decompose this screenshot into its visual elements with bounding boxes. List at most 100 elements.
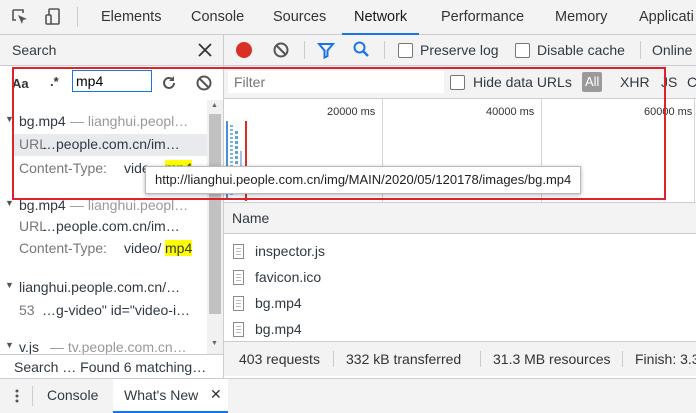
hide-data-urls-checkbox[interactable]: [450, 75, 465, 90]
table-row[interactable]: bg.mp4: [224, 317, 696, 342]
list-item[interactable]: 53 …g-video" id="video-i…: [14, 300, 207, 322]
toolbar-divider: [640, 41, 641, 59]
status-divider: [333, 351, 334, 367]
search-status-bar: Search … Found 6 matching…: [0, 354, 224, 379]
filter-type-xhr[interactable]: XHR: [620, 74, 650, 90]
scroll-up-arrow-icon[interactable]: ▲: [211, 102, 218, 109]
tab-network[interactable]: Network: [341, 0, 420, 35]
result-line-key: Content-Type:: [19, 160, 107, 176]
drawer-tab-label: What's New: [124, 387, 199, 403]
expand-arrow-icon[interactable]: ▼: [5, 198, 14, 208]
search-results-panel: Aa .* ▼ bg.mp4 — lianghui.peopl… URL …pe…: [0, 66, 224, 354]
tab-application[interactable]: Applicati: [639, 0, 694, 34]
network-summary-bar: 403 requests 332 kB transferred 31.3 MB …: [224, 341, 696, 376]
name-column-header[interactable]: Name: [232, 210, 269, 226]
preserve-log-label: Preserve log: [420, 42, 499, 58]
device-toolbar-icon[interactable]: [43, 7, 63, 27]
disable-cache-checkbox[interactable]: [515, 43, 530, 58]
network-filter-input[interactable]: [227, 70, 445, 94]
regex-toggle[interactable]: .*: [50, 74, 59, 89]
expand-arrow-icon[interactable]: ▼: [5, 280, 14, 290]
document-file-icon: [233, 270, 244, 285]
table-row[interactable]: favicon.ico: [224, 265, 696, 290]
close-tab-icon[interactable]: ✕: [210, 386, 222, 403]
close-search-icon[interactable]: [196, 41, 214, 59]
timeline-label: 20000 ms: [327, 106, 376, 118]
result-line-key: Content-Type:: [19, 240, 107, 256]
record-icon[interactable]: [236, 42, 252, 58]
throttling-select[interactable]: Online: [652, 42, 692, 58]
match-highlight: mp4: [165, 240, 193, 256]
clear-search-icon[interactable]: [195, 74, 213, 92]
search-result-group[interactable]: ▼ v.js — tv.people.com.cn…: [0, 336, 207, 354]
disable-cache-label: Disable cache: [537, 42, 625, 58]
status-divider: [622, 351, 623, 367]
timeline-label: 60000 ms: [644, 106, 693, 118]
filter-type-css[interactable]: C: [687, 74, 696, 90]
expand-arrow-icon[interactable]: ▼: [5, 340, 14, 350]
requests-table-header: Name: [224, 203, 696, 234]
result-line-text: …people.com.cn/im…: [42, 218, 180, 234]
drawer-tab-console[interactable]: Console: [47, 387, 98, 403]
inspect-element-icon[interactable]: [10, 7, 30, 27]
search-result-group[interactable]: ▼ lianghui.people.com.cn/… 53 …g-video" …: [0, 276, 207, 326]
devtools-tab-bar: Elements Console Sources Network Perform…: [0, 0, 696, 35]
match-case-toggle[interactable]: Aa: [12, 76, 29, 91]
finish-time: Finish: 3.3: [635, 351, 696, 367]
preserve-log-checkbox[interactable]: [398, 43, 413, 58]
media-file-icon: [233, 296, 244, 311]
tab-console[interactable]: Console: [191, 0, 244, 34]
table-row[interactable]: bg.mp4: [224, 291, 696, 316]
request-count: 403 requests: [239, 351, 320, 367]
transferred-size: 332 kB transferred: [346, 351, 462, 367]
list-item[interactable]: URL …people.com.cn/im…: [14, 134, 207, 156]
result-file-name: lianghui.people.com.cn/…: [19, 279, 181, 295]
drawer-tab-bar: Console What's New ✕: [0, 378, 696, 413]
result-line-text: …g-video" id="video-i…: [42, 302, 191, 318]
search-result-group[interactable]: ▼ bg.mp4 — lianghui.peopl… URL …people.c…: [0, 194, 207, 262]
result-file-name: v.js: [19, 339, 39, 354]
network-toolbar: Preserve log Disable cache Online: [224, 35, 696, 66]
result-line-text: video/: [124, 240, 162, 256]
result-file-name: bg.mp4: [19, 197, 66, 213]
scroll-down-arrow-icon[interactable]: ▼: [211, 340, 218, 347]
results-scrollbar-thumb[interactable]: [209, 114, 221, 314]
toolbar-divider: [77, 7, 78, 27]
search-panel-title: Search: [12, 42, 57, 58]
result-file-origin: — lianghui.peopl…: [70, 197, 189, 213]
timeline-label: 40000 ms: [486, 106, 535, 118]
toolbar-divider: [384, 41, 385, 59]
hide-data-urls-label: Hide data URLs: [473, 74, 572, 90]
result-file-origin: — lianghui.peopl…: [70, 113, 189, 129]
filter-type-js[interactable]: JS: [661, 74, 677, 90]
request-name: inspector.js: [255, 243, 326, 259]
timeline-gridline: [694, 99, 695, 202]
toolbar-divider: [304, 41, 305, 59]
resources-size: 31.3 MB resources: [493, 351, 611, 367]
table-row[interactable]: inspector.js: [224, 239, 696, 264]
search-query-input[interactable]: [72, 70, 152, 92]
drawer-tab-whats-new[interactable]: What's New ✕: [113, 379, 228, 413]
network-filter-bar: Hide data URLs All XHR JS C: [224, 66, 696, 99]
drawer-divider: [32, 386, 33, 406]
url-tooltip: http://lianghui.people.com.cn/img/MAIN/2…: [145, 166, 582, 194]
tab-performance[interactable]: Performance: [441, 0, 524, 34]
list-item[interactable]: Content-Type: video/ mp4: [14, 238, 207, 260]
tab-memory[interactable]: Memory: [555, 0, 607, 34]
result-line-text: …people.com.cn/im…: [42, 136, 180, 152]
clear-log-icon[interactable]: [272, 41, 290, 59]
result-file-name: bg.mp4: [19, 113, 66, 129]
result-line-key: 53: [19, 302, 35, 318]
filter-type-all[interactable]: All: [582, 72, 603, 92]
filter-icon[interactable]: [316, 41, 336, 60]
list-item[interactable]: URL …people.com.cn/im…: [14, 216, 207, 238]
refresh-search-icon[interactable]: [160, 74, 178, 92]
tab-elements[interactable]: Elements: [101, 0, 161, 34]
search-panel-header: Search: [0, 35, 223, 66]
search-icon[interactable]: [352, 40, 370, 58]
tab-sources[interactable]: Sources: [273, 0, 326, 34]
expand-arrow-icon[interactable]: ▼: [5, 114, 14, 124]
drawer-menu-icon[interactable]: [10, 389, 24, 403]
status-divider: [480, 351, 481, 367]
request-name: bg.mp4: [255, 295, 302, 311]
